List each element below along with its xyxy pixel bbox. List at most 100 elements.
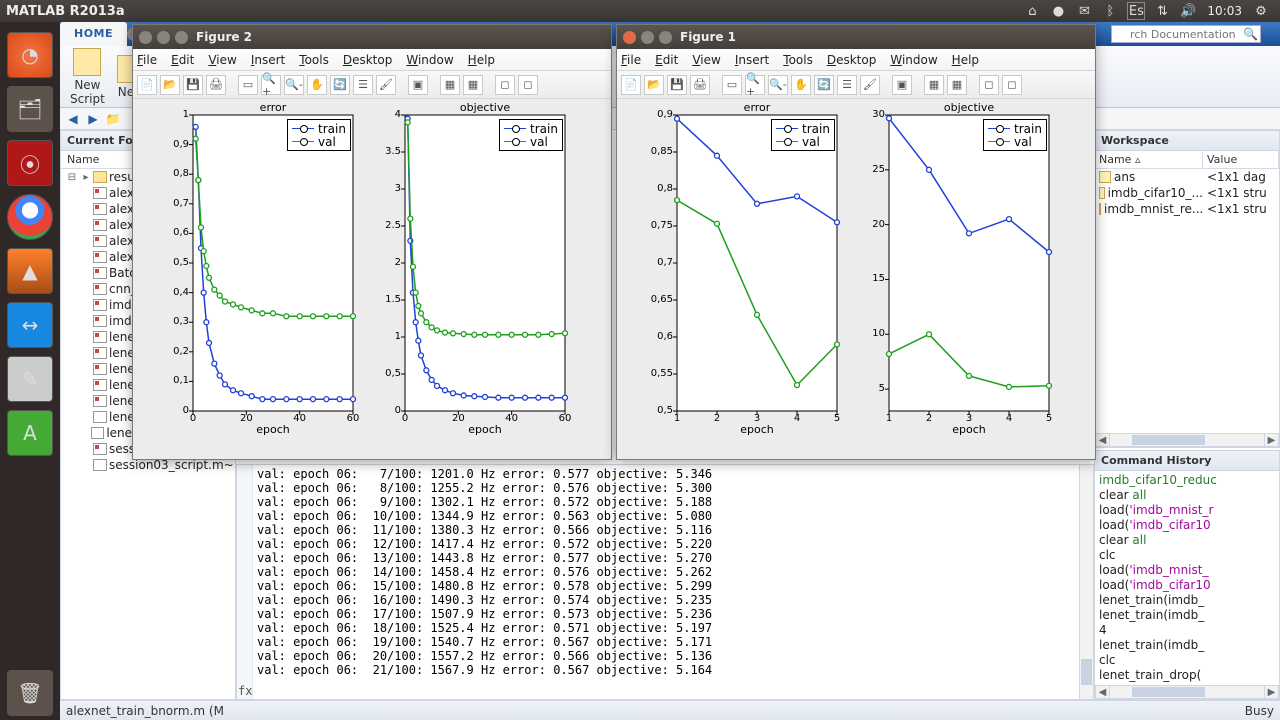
workspace-col-name[interactable]: Name ▵ (1095, 151, 1203, 168)
menu-edit[interactable]: Edit (655, 53, 678, 67)
legend[interactable]: trainval (287, 119, 351, 151)
toolbar-button[interactable]: ▭ (238, 75, 258, 95)
figure-1-window[interactable]: Figure 1 FileEditViewInsertToolsDesktopW… (616, 24, 1096, 460)
menu-window[interactable]: Window (890, 53, 937, 67)
chrome-launcher-icon[interactable] (7, 194, 53, 240)
toolbar-button[interactable]: 💾 (667, 75, 687, 95)
menu-insert[interactable]: Insert (251, 53, 285, 67)
history-line[interactable]: clc (1099, 548, 1275, 563)
toolbar-button[interactable]: 📄 (621, 75, 641, 95)
files-icon[interactable]: 🗂 (7, 86, 53, 132)
toolbar-button[interactable]: 📂 (160, 75, 180, 95)
matlab-launcher-icon[interactable]: ▲ (7, 248, 53, 294)
toolbar-button[interactable]: ▣ (892, 75, 912, 95)
toolbar-button[interactable]: ◻ (1002, 75, 1022, 95)
workspace-row[interactable]: ans<1x1 dag (1095, 169, 1279, 185)
chrome-icon[interactable]: ● (1049, 2, 1067, 20)
toolbar-button[interactable]: 📄 (137, 75, 157, 95)
history-line[interactable]: clear all (1099, 533, 1275, 548)
menu-file[interactable]: File (137, 53, 157, 67)
toolbar-button[interactable]: 🔍+ (745, 75, 765, 95)
history-line[interactable]: imdb_cifar10_reduc (1099, 473, 1275, 488)
toolbar-button[interactable]: ▦ (463, 75, 483, 95)
toolbar-button[interactable]: ◻ (495, 75, 515, 95)
network-icon[interactable]: ⇅ (1153, 2, 1171, 20)
history-line[interactable]: 4 (1099, 623, 1275, 638)
toolbar-button[interactable]: ✋ (307, 75, 327, 95)
toolbar-button[interactable]: ▦ (440, 75, 460, 95)
trash-icon[interactable]: 🗑 (7, 670, 53, 716)
bluetooth-icon[interactable]: ᛒ (1101, 2, 1119, 20)
workspace-row[interactable]: imdb_mnist_re...<1x1 stru (1095, 201, 1279, 217)
record-icon[interactable]: ⦿ (7, 140, 53, 186)
history-line[interactable]: clear all (1099, 488, 1275, 503)
toolbar-button[interactable]: 🖌 (376, 75, 396, 95)
history-line[interactable]: load('imdb_cifar10 (1099, 518, 1275, 533)
home-tab[interactable]: HOME (60, 22, 127, 46)
toolbar-button[interactable]: 🔍+ (261, 75, 281, 95)
menu-view[interactable]: View (208, 53, 236, 67)
min-icon[interactable] (641, 31, 654, 44)
figure-1-titlebar[interactable]: Figure 1 (617, 25, 1095, 49)
toolbar-button[interactable]: ☰ (837, 75, 857, 95)
workspace-col-value[interactable]: Value (1203, 151, 1279, 168)
gear-icon[interactable]: ⚙ (1252, 2, 1270, 20)
min-icon[interactable] (157, 31, 170, 44)
mouse-icon[interactable]: ✉ (1075, 2, 1093, 20)
doc-search-input[interactable] (1111, 25, 1261, 43)
max-icon[interactable] (659, 31, 672, 44)
new-script-button[interactable]: New Script (70, 48, 105, 106)
history-line[interactable]: clc (1099, 653, 1275, 668)
toolbar-button[interactable]: ▦ (924, 75, 944, 95)
history-line[interactable]: load('imdb_cifar10 (1099, 578, 1275, 593)
toolbar-button[interactable]: 🖨 (206, 75, 226, 95)
workspace-row[interactable]: imdb_cifar10_...<1x1 stru (1095, 185, 1279, 201)
volume-icon[interactable]: 🔊 (1179, 2, 1197, 20)
legend[interactable]: trainval (983, 119, 1047, 151)
history-line[interactable]: lenet_train(imdb_ (1099, 593, 1275, 608)
menu-help[interactable]: Help (952, 53, 979, 67)
home-icon[interactable]: ⌂ (1023, 2, 1041, 20)
text-editor-icon[interactable]: ✎ (7, 356, 53, 402)
history-line[interactable]: lenet_train(imdb_ (1099, 608, 1275, 623)
history-line[interactable]: load('imdb_mnist_r (1099, 503, 1275, 518)
menu-tools[interactable]: Tools (783, 53, 813, 67)
toolbar-button[interactable]: ▦ (947, 75, 967, 95)
figure-2-titlebar[interactable]: Figure 2 (133, 25, 611, 49)
toolbar-button[interactable]: ▣ (408, 75, 428, 95)
toolbar-button[interactable]: 🔍- (768, 75, 788, 95)
toolbar-button[interactable]: 📂 (644, 75, 664, 95)
legend[interactable]: trainval (771, 119, 835, 151)
up-icon[interactable]: 📁 (104, 110, 122, 128)
menu-help[interactable]: Help (468, 53, 495, 67)
teamviewer-icon[interactable]: ↔ (7, 302, 53, 348)
ubuntu-dash[interactable]: ◔ (7, 32, 53, 78)
search-icon[interactable]: 🔍 (1243, 27, 1258, 41)
toolbar-button[interactable]: ☰ (353, 75, 373, 95)
cmdhist-hscroll[interactable]: ◀▶ (1095, 685, 1279, 699)
toolbar-button[interactable]: 🔍- (284, 75, 304, 95)
close-icon[interactable] (623, 31, 636, 44)
menu-tools[interactable]: Tools (299, 53, 329, 67)
toolbar-button[interactable]: 💾 (183, 75, 203, 95)
back-icon[interactable]: ◀ (64, 110, 82, 128)
fwd-icon[interactable]: ▶ (84, 110, 102, 128)
command-window[interactable]: val: epoch 06: 7/100: 1201.0 Hz error: 0… (236, 464, 1094, 700)
toolbar-button[interactable]: ◻ (518, 75, 538, 95)
toolbar-button[interactable]: 🔄 (330, 75, 350, 95)
clock[interactable]: 10:03 (1207, 4, 1242, 18)
history-line[interactable]: lenet_train_drop( (1099, 668, 1275, 683)
menu-desktop[interactable]: Desktop (343, 53, 393, 67)
toolbar-button[interactable]: ✋ (791, 75, 811, 95)
legend[interactable]: trainval (499, 119, 563, 151)
toolbar-button[interactable]: ◻ (979, 75, 999, 95)
menu-window[interactable]: Window (406, 53, 453, 67)
history-line[interactable]: load('imdb_mnist_ (1099, 563, 1275, 578)
toolbar-button[interactable]: 🔄 (814, 75, 834, 95)
menu-file[interactable]: File (621, 53, 641, 67)
toolbar-button[interactable]: 🖌 (860, 75, 880, 95)
menu-edit[interactable]: Edit (171, 53, 194, 67)
keyboard-layout[interactable]: Es (1127, 2, 1145, 20)
workspace-hscroll[interactable]: ◀▶ (1095, 433, 1279, 447)
software-updater-icon[interactable]: A (7, 410, 53, 456)
